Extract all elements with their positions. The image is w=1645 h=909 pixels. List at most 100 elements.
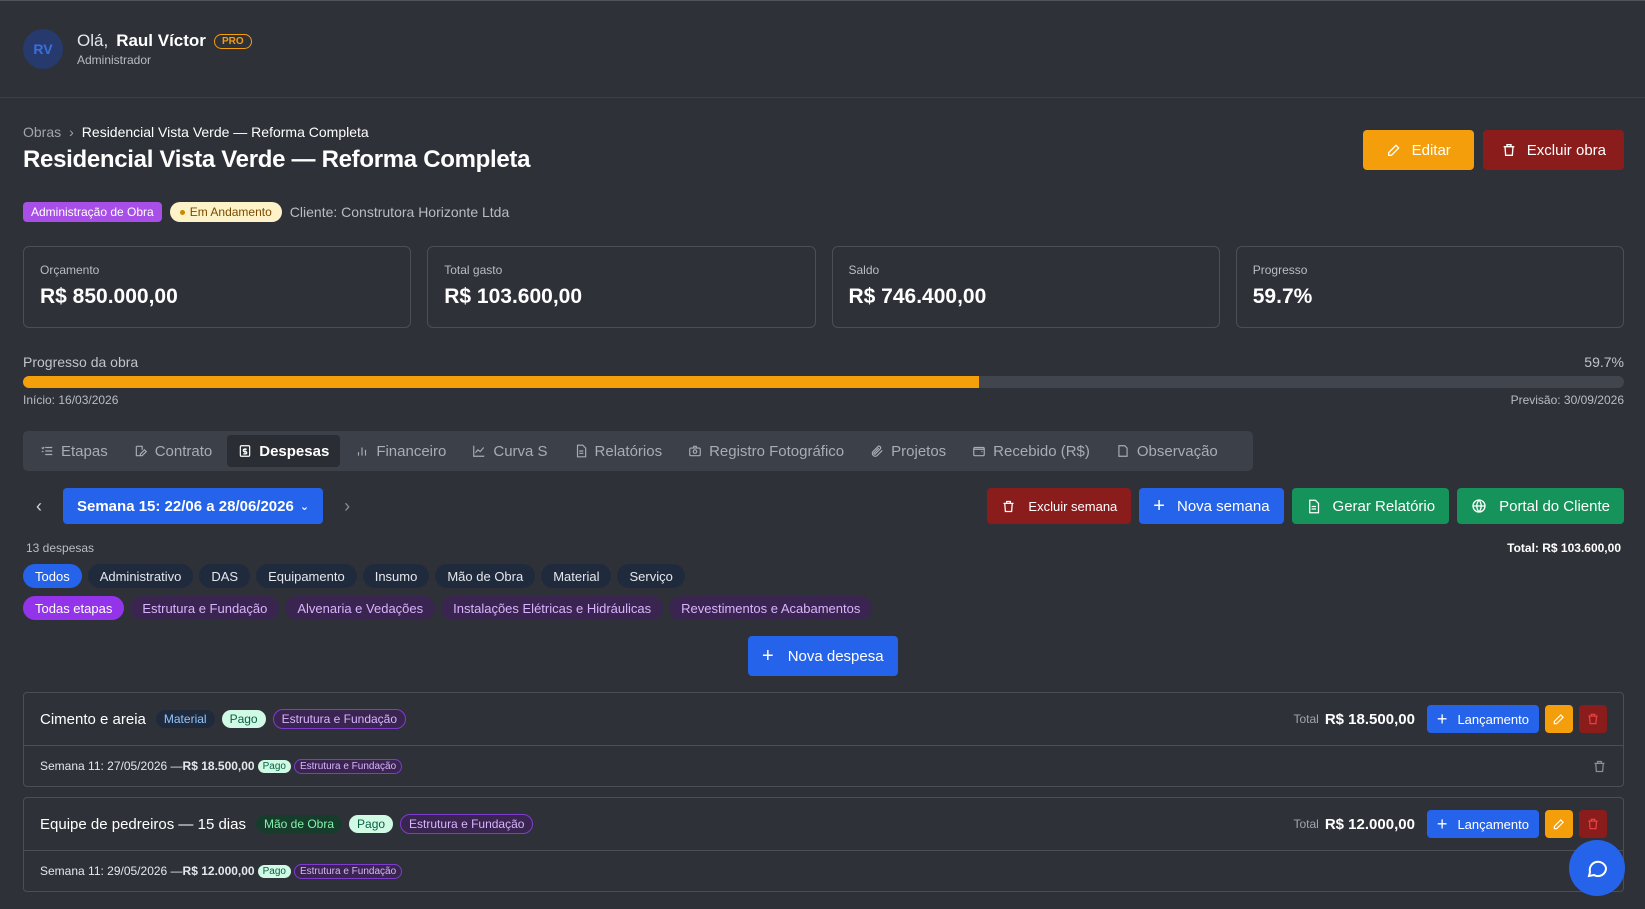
card-label: Orçamento xyxy=(40,263,100,277)
summary-cards: Orçamento R$ 850.000,00 Total gasto R$ 103… xyxy=(23,246,1624,328)
tab-relatorios[interactable]: Relatórios xyxy=(563,435,674,467)
filter-chip[interactable]: Administrativo xyxy=(87,564,194,588)
tab-projetos[interactable]: Projetos xyxy=(859,435,957,467)
tab-label: Curva S xyxy=(493,442,548,460)
list-icon xyxy=(41,446,53,456)
category-badge: Mão de Obra xyxy=(255,815,343,833)
chevron-right-icon: › xyxy=(69,124,74,140)
tab-label: Projetos xyxy=(891,442,947,460)
delete-project-button[interactable]: Excluir obra xyxy=(1482,130,1624,170)
tab-financeiro[interactable]: Financeiro xyxy=(344,435,457,467)
stage-chip[interactable]: Todas etapas xyxy=(23,596,125,620)
new-expense-button[interactable]: + Nova despesa xyxy=(748,636,898,676)
new-week-button[interactable]: + Nova semana xyxy=(1139,488,1284,524)
edit-expense-button[interactable] xyxy=(1545,810,1573,838)
tab-observacao[interactable]: Observação xyxy=(1105,435,1229,467)
edit-button[interactable]: Editar xyxy=(1362,130,1474,170)
expense-actions: Total R$ 18.500,00 + Lançamento xyxy=(1293,705,1607,733)
tab-label: Registro Fotográfico xyxy=(709,442,845,460)
card-value: R$ 746.400,00 xyxy=(848,285,987,308)
breadcrumb-root[interactable]: Obras xyxy=(23,124,61,140)
pencil-icon xyxy=(1553,819,1564,830)
breadcrumb-current: Residencial Vista Verde — Reforma Comple… xyxy=(81,124,369,140)
week-toolbar: ‹ Semana 15: 22/06 a 28/06/2026 ⌄ › Exclu… xyxy=(23,488,1624,524)
new-expense-label: Nova despesa xyxy=(787,647,884,665)
stage-chip[interactable]: Alvenaria e Vedações xyxy=(285,596,436,620)
expense-header: Cimento e areia Material Pago Estrutura … xyxy=(24,693,1623,746)
total-value: R$ 12.000,00 xyxy=(1324,815,1415,833)
filter-chip[interactable]: Material xyxy=(541,564,612,588)
type-tag: Administração de Obra xyxy=(23,202,162,222)
tab-etapas[interactable]: Etapas xyxy=(29,435,119,467)
tab-despesas[interactable]: Despesas xyxy=(227,435,341,467)
trash-icon xyxy=(1588,818,1598,830)
tab-label: Financeiro xyxy=(376,442,447,460)
status-badge: Em Andamento xyxy=(169,202,282,222)
stage-chip[interactable]: Revestimentos e Acabamentos xyxy=(669,596,873,620)
page-title: Residencial Vista Verde — Reforma Comple… xyxy=(23,146,531,173)
project-tags: Administração de Obra Em Andamento Clien… xyxy=(23,202,509,222)
tab-bar: Etapas Contrato Despesas Financeiro Curv… xyxy=(23,431,1253,471)
card-label: Saldo xyxy=(848,263,880,277)
progress-bar xyxy=(23,376,1624,388)
filter-chip[interactable]: Mão de Obra xyxy=(435,564,536,588)
expense-actions: Total R$ 12.000,00 + Lançamento xyxy=(1293,810,1607,838)
filter-chip[interactable]: Equipamento xyxy=(256,564,357,588)
delete-entry-trash-icon[interactable] xyxy=(1592,759,1607,774)
tab-contrato[interactable]: Contrato xyxy=(123,435,224,467)
card-progress: Progresso 59.7% xyxy=(1235,246,1624,328)
header-actions: Editar Excluir obra xyxy=(1362,130,1624,170)
tab-label: Despesas xyxy=(259,442,330,460)
prev-week-chevron-left-icon[interactable]: ‹ xyxy=(23,496,55,517)
tab-recebido[interactable]: Recebido (R$) xyxy=(961,435,1101,467)
forecast-date: Previsão: 30/09/2026 xyxy=(1510,393,1624,407)
entry-stage-badge: Estrutura e Fundação xyxy=(293,863,403,879)
file-text-icon xyxy=(576,444,586,458)
category-badge: Material xyxy=(155,710,215,728)
filter-chip[interactable]: DAS xyxy=(199,564,251,588)
add-entry-label: Lançamento xyxy=(1457,711,1529,727)
tab-registro-fotografico[interactable]: Registro Fotográfico xyxy=(677,435,855,467)
card-value: R$ 103.600,00 xyxy=(444,285,583,308)
filter-chip[interactable]: Insumo xyxy=(362,564,430,588)
week-actions: Excluir semana + Nova semana Gerar Relató… xyxy=(987,488,1624,524)
entry-status-badge: Pago xyxy=(257,864,291,878)
next-week-chevron-right-icon[interactable]: › xyxy=(331,496,363,517)
pencil-icon xyxy=(1387,144,1400,156)
card-budget: Orçamento R$ 850.000,00 xyxy=(23,246,412,328)
delete-expense-button[interactable] xyxy=(1579,705,1607,733)
client-portal-button[interactable]: Portal do Cliente xyxy=(1457,488,1624,524)
entry-amount: R$ 12.000,00 xyxy=(182,864,255,878)
dollar-doc-icon xyxy=(240,445,251,457)
tab-curva-s[interactable]: Curva S xyxy=(461,435,558,467)
trash-icon xyxy=(1503,144,1515,156)
start-date: Início: 16/03/2026 xyxy=(23,393,119,407)
add-entry-button[interactable]: + Lançamento xyxy=(1426,810,1539,838)
chevron-down-icon: ⌄ xyxy=(299,500,310,513)
expense-header: Equipe de pedreiros — 15 dias Mão de Obr… xyxy=(24,798,1623,851)
card-spent: Total gasto R$ 103.600,00 xyxy=(427,246,816,328)
card-balance: Saldo R$ 746.400,00 xyxy=(831,246,1220,328)
pencil-icon xyxy=(1553,714,1564,725)
filter-chip[interactable]: Serviço xyxy=(617,564,685,588)
edit-doc-icon xyxy=(135,445,147,457)
user-name: Raul Víctor xyxy=(116,31,206,50)
stage-chip[interactable]: Estrutura e Fundação xyxy=(130,596,280,620)
filter-chip[interactable]: Todos xyxy=(23,564,82,588)
entry-row: Semana 11: 29/05/2026 — R$ 12.000,00 Pag… xyxy=(24,851,1623,891)
note-icon xyxy=(1118,445,1128,457)
avatar[interactable]: RV xyxy=(23,29,63,69)
chat-button[interactable] xyxy=(1569,840,1625,896)
delete-week-button[interactable]: Excluir semana xyxy=(987,488,1132,524)
line-chart-icon xyxy=(473,445,485,457)
delete-expense-button[interactable] xyxy=(1579,810,1607,838)
week-selector[interactable]: Semana 15: 22/06 a 28/06/2026 ⌄ xyxy=(63,488,324,524)
user-role: Administrador xyxy=(77,53,152,67)
add-entry-button[interactable]: + Lançamento xyxy=(1426,705,1539,733)
expense-name: Cimento e areia xyxy=(40,710,146,728)
generate-report-button[interactable]: Gerar Relatório xyxy=(1291,488,1450,524)
edit-expense-button[interactable] xyxy=(1545,705,1573,733)
stage-chip[interactable]: Instalações Elétricas e Hidráulicas xyxy=(441,596,664,620)
week-selected-label: Semana 15: 22/06 a 28/06/2026 xyxy=(77,497,294,515)
plus-icon: + xyxy=(762,645,774,667)
